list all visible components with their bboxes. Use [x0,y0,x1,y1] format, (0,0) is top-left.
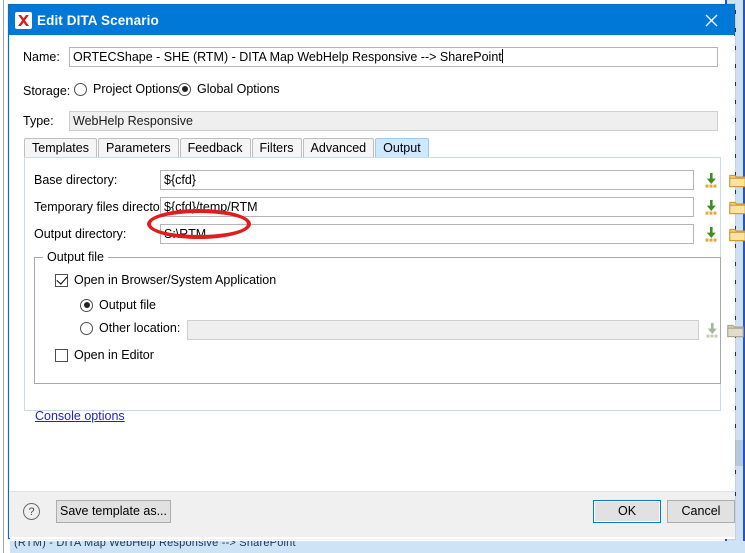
name-input-value: ORTECShape - SHE (RTM) - DITA Map WebHel… [73,50,502,64]
tab-advanced[interactable]: Advanced [302,138,375,158]
tab-parameters[interactable]: Parameters [97,138,179,158]
background-clipped-text: (RTM) - DITA Map WebHelp Responsive --> … [14,541,296,549]
radio-project-options[interactable]: Project Options [74,82,178,96]
green-down-arrow-icon[interactable] [701,170,721,190]
radio-output-file-label: Output file [99,298,156,312]
tab-feedback[interactable]: Feedback [179,138,251,158]
dialog-footer: ? Save template as... OK Cancel [10,491,735,537]
folder-icon-disabled [725,320,745,340]
folder-icon[interactable] [727,224,745,244]
output-directory-input[interactable]: S:\RTM [160,224,694,244]
radio-global-options-dot [178,82,191,96]
edit-dita-scenario-dialog: Edit DITA Scenario Name: ORTECShape - SH… [8,4,745,539]
name-label: Name: [23,50,60,64]
green-down-arrow-icon-disabled [702,320,722,340]
checkbox-open-in-editor-label: Open in Editor [74,348,154,362]
question-mark-icon[interactable]: ? [23,503,40,520]
console-options-link[interactable]: Console options [35,409,125,423]
radio-project-options-dot [74,82,87,96]
output-file-group: Output file Open in Browser/System Appli… [34,250,744,384]
type-value: WebHelp Responsive [73,114,193,128]
radio-other-location[interactable]: Other location: [80,321,180,335]
text-caret [501,49,503,63]
tab-filters[interactable]: Filters [251,138,302,158]
name-row: Name: [23,50,60,64]
radio-global-options[interactable]: Global Options [178,82,280,96]
question-mark-glyph: ? [28,505,35,518]
save-template-button[interactable]: Save template as... [56,500,171,523]
close-icon[interactable] [688,5,734,35]
base-directory-label: Base directory: [34,173,118,187]
oxygen-x-icon [9,5,37,35]
type-row: Type: [23,114,54,128]
checkbox-open-in-editor[interactable]: Open in Editor [55,348,154,362]
radio-global-options-label: Global Options [197,82,280,96]
name-input[interactable]: ORTECShape - SHE (RTM) - DITA Map WebHel… [69,47,718,67]
folder-icon[interactable] [727,170,745,190]
dialog-body: Name: ORTECShape - SHE (RTM) - DITA Map … [10,36,745,539]
output-tab-panel: Base directory: ${cfd} Temporary files d… [24,157,745,423]
temporary-files-directory-input[interactable]: ${cfd}/temp/RTM [160,197,694,217]
radio-output-file[interactable]: Output file [80,298,156,312]
base-directory-value: ${cfd} [164,173,196,187]
output-file-group-title: Output file [43,250,108,264]
storage-label: Storage: [23,84,71,98]
tab-templates[interactable]: Templates [24,138,97,158]
radio-output-file-dot [80,298,93,312]
radio-other-location-label: Other location: [99,321,181,335]
temporary-files-directory-label: Temporary files directory: [34,200,174,214]
dialog-titlebar[interactable]: Edit DITA Scenario [9,5,734,35]
checkbox-open-in-browser-label: Open in Browser/System Application [74,273,277,287]
background-left-border [3,0,4,553]
other-location-input [187,320,699,340]
green-down-arrow-icon[interactable] [701,197,721,217]
scenario-tabs: Templates Parameters Feedback Filters Ad… [24,138,721,158]
base-directory-input[interactable]: ${cfd} [160,170,694,190]
type-label: Type: [23,114,54,128]
storage-row: Storage: [23,84,70,98]
checkbox-open-in-browser[interactable]: Open in Browser/System Application [55,273,276,287]
radio-project-options-label: Project Options [93,82,179,96]
radio-other-location-dot [80,321,93,335]
ok-button[interactable]: OK [593,500,661,523]
temporary-files-directory-value: ${cfd}/temp/RTM [164,200,258,214]
dialog-title: Edit DITA Scenario [37,12,159,28]
type-value-field: WebHelp Responsive [69,111,718,131]
tab-output[interactable]: Output [375,138,429,158]
cancel-button[interactable]: Cancel [667,500,735,523]
output-directory-label: Output directory: [34,227,127,241]
checkbox-open-in-browser-box [55,273,68,287]
checkbox-open-in-editor-box [55,348,68,362]
background-taskbar-strip: (RTM) - DITA Map WebHelp Responsive --> … [10,541,745,553]
folder-icon[interactable] [727,197,745,217]
green-down-arrow-icon[interactable] [701,224,721,244]
output-directory-value: S:\RTM [164,227,207,241]
